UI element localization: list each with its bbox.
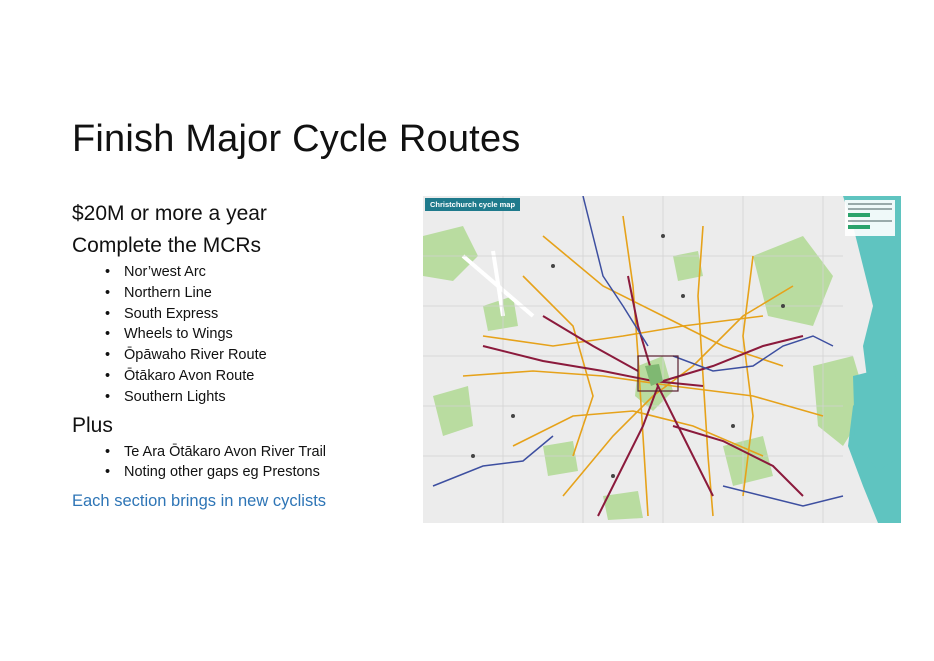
list-item: • Southern Lights xyxy=(105,387,402,408)
list-item: • Noting other gaps eg Prestons xyxy=(105,462,402,483)
list-item: • Ōpāwaho River Route xyxy=(105,345,402,366)
bullet-icon: • xyxy=(105,443,111,460)
mcr-route-list: • Nor’west Arc • Northern Line • South Expr… xyxy=(72,262,402,408)
bullet-icon: • xyxy=(105,326,111,343)
plus-list: • Te Ara Ōtākaro Avon River Trail • Noting… xyxy=(72,442,402,484)
list-item: • Te Ara Ōtākaro Avon River Trail xyxy=(105,442,402,463)
bullet-icon: • xyxy=(105,347,111,364)
map-title-label: Christchurch cycle map xyxy=(425,198,521,211)
slide-content: $20M or more a year Complete the MCRs • N… xyxy=(72,198,402,513)
list-item: • South Express xyxy=(105,304,402,325)
plus-heading: Plus xyxy=(72,413,113,437)
list-item: • Northern Line xyxy=(105,283,402,304)
bullet-icon: • xyxy=(105,305,111,322)
bullet-icon: • xyxy=(105,388,111,405)
bullet-icon: • xyxy=(105,464,111,481)
list-item: • Nor’west Arc xyxy=(105,262,402,283)
cycle-map-image: Christchurch cycle map xyxy=(423,196,901,523)
slide-title: Finish Major Cycle Routes xyxy=(72,118,521,160)
bullet-icon: • xyxy=(105,367,111,384)
bullet-icon: • xyxy=(105,284,111,301)
list-item: • Wheels to Wings xyxy=(105,324,402,345)
map-graphic xyxy=(423,196,901,523)
list-item: • Ōtākaro Avon Route xyxy=(105,366,402,387)
map-info-box xyxy=(845,200,895,236)
complete-mcrs-heading: Complete the MCRs xyxy=(72,234,262,257)
funding-line: $20M or more a year xyxy=(72,202,267,225)
cyclists-note: Each section brings in new cyclists xyxy=(72,492,327,511)
bullet-icon: • xyxy=(105,264,111,280)
